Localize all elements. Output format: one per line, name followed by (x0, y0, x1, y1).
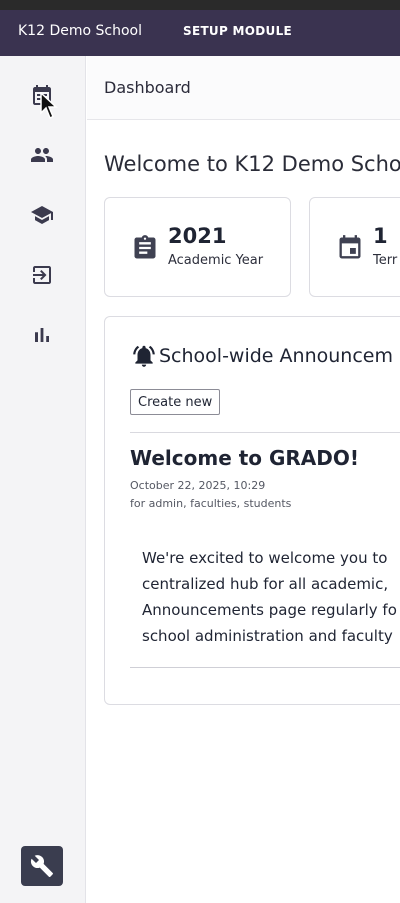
announcements-title: School-wide Announcem (159, 345, 393, 367)
school-name[interactable]: K12 Demo School (18, 23, 142, 39)
bell-icon (133, 345, 155, 367)
stat-value: 2021 (168, 224, 227, 248)
breadcrumb: Dashboard (87, 56, 400, 120)
graduation-cap-icon (31, 206, 53, 224)
setup-module-link[interactable]: SETUP MODULE (183, 24, 292, 38)
announcement-audience: for admin, faculties, students (130, 497, 292, 510)
stat-label: Terr (373, 253, 398, 268)
clipboard-icon (131, 233, 159, 263)
divider (130, 667, 400, 668)
term-card: 1 Terr (309, 197, 400, 297)
stat-label: Academic Year (168, 253, 264, 268)
setup-wrench-button[interactable] (21, 846, 63, 886)
announcement-title[interactable]: Welcome to GRADO! (130, 446, 359, 470)
people-icon (31, 148, 53, 162)
sidebar-item-people[interactable] (27, 140, 57, 170)
page-title: Welcome to K12 Demo Scho (104, 152, 400, 176)
stat-value: 1 (373, 224, 388, 248)
main-content: Dashboard Welcome to K12 Demo Scho 2021 … (87, 56, 400, 903)
login-icon (33, 266, 51, 284)
announcement-date: October 22, 2025, 10:29 (130, 479, 266, 492)
announcement-body-line: centralized hub for all academic, (142, 575, 389, 593)
announcement-body-line: Announcements page regularly fo (142, 601, 397, 619)
top-navbar: K12 Demo School SETUP MODULE (0, 0, 400, 56)
mouse-cursor-icon (40, 92, 58, 120)
breadcrumb-current: Dashboard (104, 78, 191, 97)
announcement-body-line: We're excited to welcome you to (142, 549, 388, 567)
sidebar (0, 56, 86, 903)
announcement-body: We're excited to welcome you to centrali… (142, 545, 397, 649)
announcement-body-line: school administration and faculty (142, 627, 393, 645)
wrench-icon (30, 855, 53, 877)
create-new-button[interactable]: Create new (130, 389, 221, 415)
sidebar-item-academics[interactable] (27, 200, 57, 230)
divider (130, 432, 400, 433)
announcements-heading: School-wide Announcem (131, 343, 393, 369)
calendar-icon (336, 233, 364, 263)
announcements-card: School-wide Announcem Create new Welcome… (104, 316, 400, 705)
bar-chart-icon (35, 328, 49, 342)
academic-year-card: 2021 Academic Year (104, 197, 291, 297)
sidebar-item-reports[interactable] (27, 320, 57, 350)
sidebar-item-enrollment[interactable] (27, 260, 57, 290)
